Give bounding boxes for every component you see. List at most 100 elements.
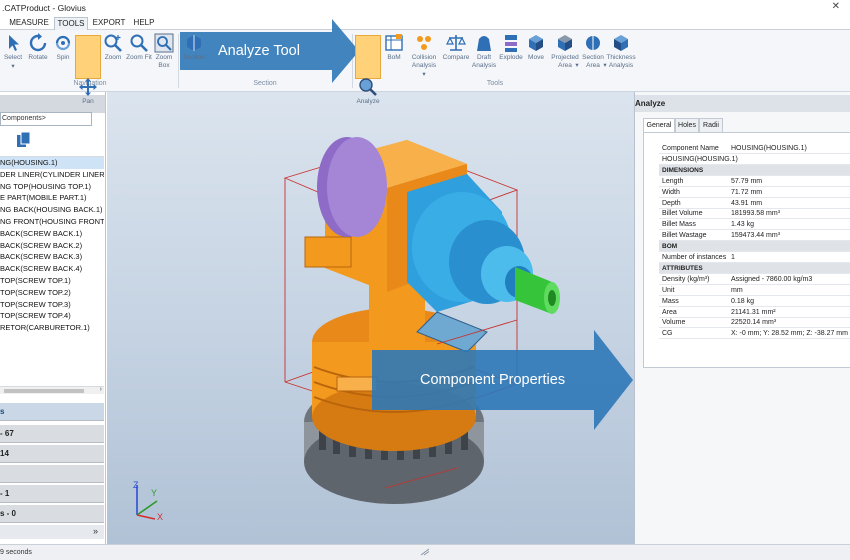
accordion-section[interactable]: s: [0, 403, 104, 421]
draft-analysis-button[interactable]: Draft Analysis: [471, 33, 497, 70]
tab-holes[interactable]: Holes: [675, 118, 699, 132]
properties-row: Volume 22520.14 mm³: [659, 317, 850, 329]
accordion-section[interactable]: s - 0: [0, 505, 104, 523]
green-nozzle: [515, 267, 560, 314]
tree-item[interactable]: E PART(MOBILE PART.1): [0, 192, 104, 204]
properties-row: Density (kg/m³) Assigned - 7860.00 kg/m3: [659, 274, 850, 285]
property-value: 71.72 mm: [731, 188, 763, 196]
tab-radii[interactable]: Radii: [699, 118, 723, 132]
select-button[interactable]: Select ▾: [0, 33, 26, 71]
accordion-section[interactable]: - 1: [0, 485, 104, 503]
property-value: 159473.44 mm³: [731, 232, 781, 240]
tree-item[interactable]: TOP(SCREW TOP.3): [0, 299, 104, 311]
tree-item[interactable]: TOP(SCREW TOP.2): [0, 287, 104, 299]
tree-item[interactable]: DER LINER(CYLINDER LINER.1): [0, 169, 104, 181]
menu-measure[interactable]: MEASURE: [7, 17, 51, 30]
property-key: Width: [662, 188, 680, 196]
accordion-section[interactable]: [0, 465, 104, 483]
properties-section-header: ATTRIBUTES: [659, 262, 850, 274]
tree-horizontal-scrollbar[interactable]: ›: [0, 386, 104, 394]
tree-item[interactable]: TOP(SCREW TOP.1): [0, 275, 104, 287]
spin-label: Spin: [56, 54, 70, 61]
menu-export[interactable]: EXPORT: [91, 17, 127, 30]
zoom-fit-button[interactable]: Zoom Fit: [126, 33, 152, 62]
copy-icon[interactable]: [17, 132, 31, 148]
section-area-button[interactable]: Section Area ▾: [579, 33, 607, 70]
properties-section-header: DIMENSIONS: [659, 164, 850, 176]
bom-button[interactable]: BoM: [381, 33, 407, 62]
projected-area-button[interactable]: Projected Area ▾: [550, 33, 580, 70]
ribbon-toolbar: Select ▾ Rotate Spin Pan Zoom Zoom Fit Z…: [0, 30, 850, 105]
tree-item[interactable]: BACK(SCREW BACK.1): [0, 228, 104, 240]
zoom-box-button[interactable]: Zoom Box: [151, 33, 177, 70]
property-value: 43.91 mm: [731, 199, 763, 207]
menu-tools[interactable]: TOOLS: [54, 17, 88, 30]
tree-item[interactable]: BACK(SCREW BACK.4): [0, 263, 104, 275]
properties-row: Billet Wastage 159473.44 mm³: [659, 230, 850, 242]
move-icon: [529, 35, 543, 51]
zoom-box-icon: [154, 33, 174, 53]
accordion-section[interactable]: - 67: [0, 425, 104, 443]
axis-z-label: Z: [133, 480, 139, 490]
title-bar: .CATProduct - Glovius ✕: [0, 0, 850, 16]
pan-icon: [79, 78, 97, 96]
resize-grip-icon[interactable]: [420, 548, 430, 556]
close-icon[interactable]: ✕: [832, 1, 840, 12]
property-value: Assigned - 7860.00 kg/m3: [731, 275, 813, 283]
rotate-button[interactable]: Rotate: [25, 33, 51, 62]
tree-item[interactable]: TOP(SCREW TOP.4): [0, 310, 104, 322]
section-icon: [187, 35, 201, 51]
compare-label: Compare: [442, 54, 470, 61]
tree-item[interactable]: RETOR(CARBURETOR.1): [0, 322, 104, 334]
property-key: BOM: [662, 243, 678, 251]
spin-button[interactable]: Spin: [50, 33, 76, 62]
spin-icon: [55, 35, 71, 51]
tree-item[interactable]: BACK(SCREW BACK.3): [0, 251, 104, 263]
scroll-right-icon[interactable]: ›: [100, 386, 102, 393]
property-key: Density (kg/m³): [662, 275, 710, 283]
analyze-label: Analyze: [356, 98, 380, 105]
tree-item[interactable]: BACK(SCREW BACK.2): [0, 240, 104, 252]
tree-item[interactable]: NG(HOUSING.1): [0, 157, 104, 169]
tree-item[interactable]: NG TOP(HOUSING TOP.1): [0, 181, 104, 193]
scrollbar-thumb[interactable]: [4, 389, 84, 393]
zoom-fit-label: Zoom Fit: [126, 54, 152, 61]
menu-help[interactable]: HELP: [130, 17, 158, 30]
properties-row: Billet Volume 181993.58 mm³: [659, 208, 850, 220]
component-tree: NG(HOUSING.1) DER LINER(CYLINDER LINER.1…: [0, 156, 104, 386]
tree-item[interactable]: NG BACK(HOUSING BACK.1): [0, 204, 104, 216]
component-properties-callout-text: Component Properties: [420, 372, 566, 388]
zoom-button[interactable]: Zoom: [100, 33, 126, 62]
move-button[interactable]: Move: [523, 33, 549, 62]
component-search-input[interactable]: Components>: [0, 112, 92, 126]
properties-row: HOUSING(HOUSING.1): [659, 154, 850, 165]
pan-button[interactable]: Pan: [75, 33, 101, 106]
properties-row: Component Name HOUSING(HOUSING.1): [659, 143, 850, 154]
compare-button[interactable]: Compare: [441, 33, 471, 62]
chevron-double-right-icon[interactable]: »: [93, 526, 98, 536]
blue-front-housing: [407, 174, 533, 353]
tab-general[interactable]: General: [643, 118, 675, 132]
tree-item[interactable]: NG FRONT(HOUSING FRONT.1): [0, 216, 104, 228]
accordion-section[interactable]: 14: [0, 445, 104, 463]
property-value: 181993.58 mm³: [731, 210, 781, 218]
explode-button[interactable]: Explode: [498, 33, 524, 62]
property-key: CG: [662, 330, 673, 338]
thickness-icon: [614, 35, 628, 51]
3d-viewport[interactable]: Z Y X: [107, 92, 634, 544]
property-key: Billet Volume: [662, 210, 703, 218]
move-label: Move: [528, 54, 544, 61]
thickness-analysis-button[interactable]: Thickness Analysis: [606, 33, 636, 70]
pan-label: Pan: [82, 98, 94, 105]
zoom-icon: [104, 34, 122, 52]
analyze-tool-callout-text: Analyze Tool: [218, 43, 300, 59]
scale-icon: [446, 35, 466, 51]
collision-analysis-button[interactable]: Collision Analysis ▾: [409, 33, 439, 79]
properties-row: Length 57.79 mm: [659, 176, 850, 187]
section-button[interactable]: Section: [181, 33, 207, 62]
rotate-icon: [29, 33, 47, 52]
panel-overflow[interactable]: »: [0, 525, 104, 539]
analyze-button[interactable]: Analyze: [355, 33, 381, 106]
property-value: 22520.14 mm³: [731, 319, 777, 327]
status-text: 9 seconds: [0, 549, 32, 556]
